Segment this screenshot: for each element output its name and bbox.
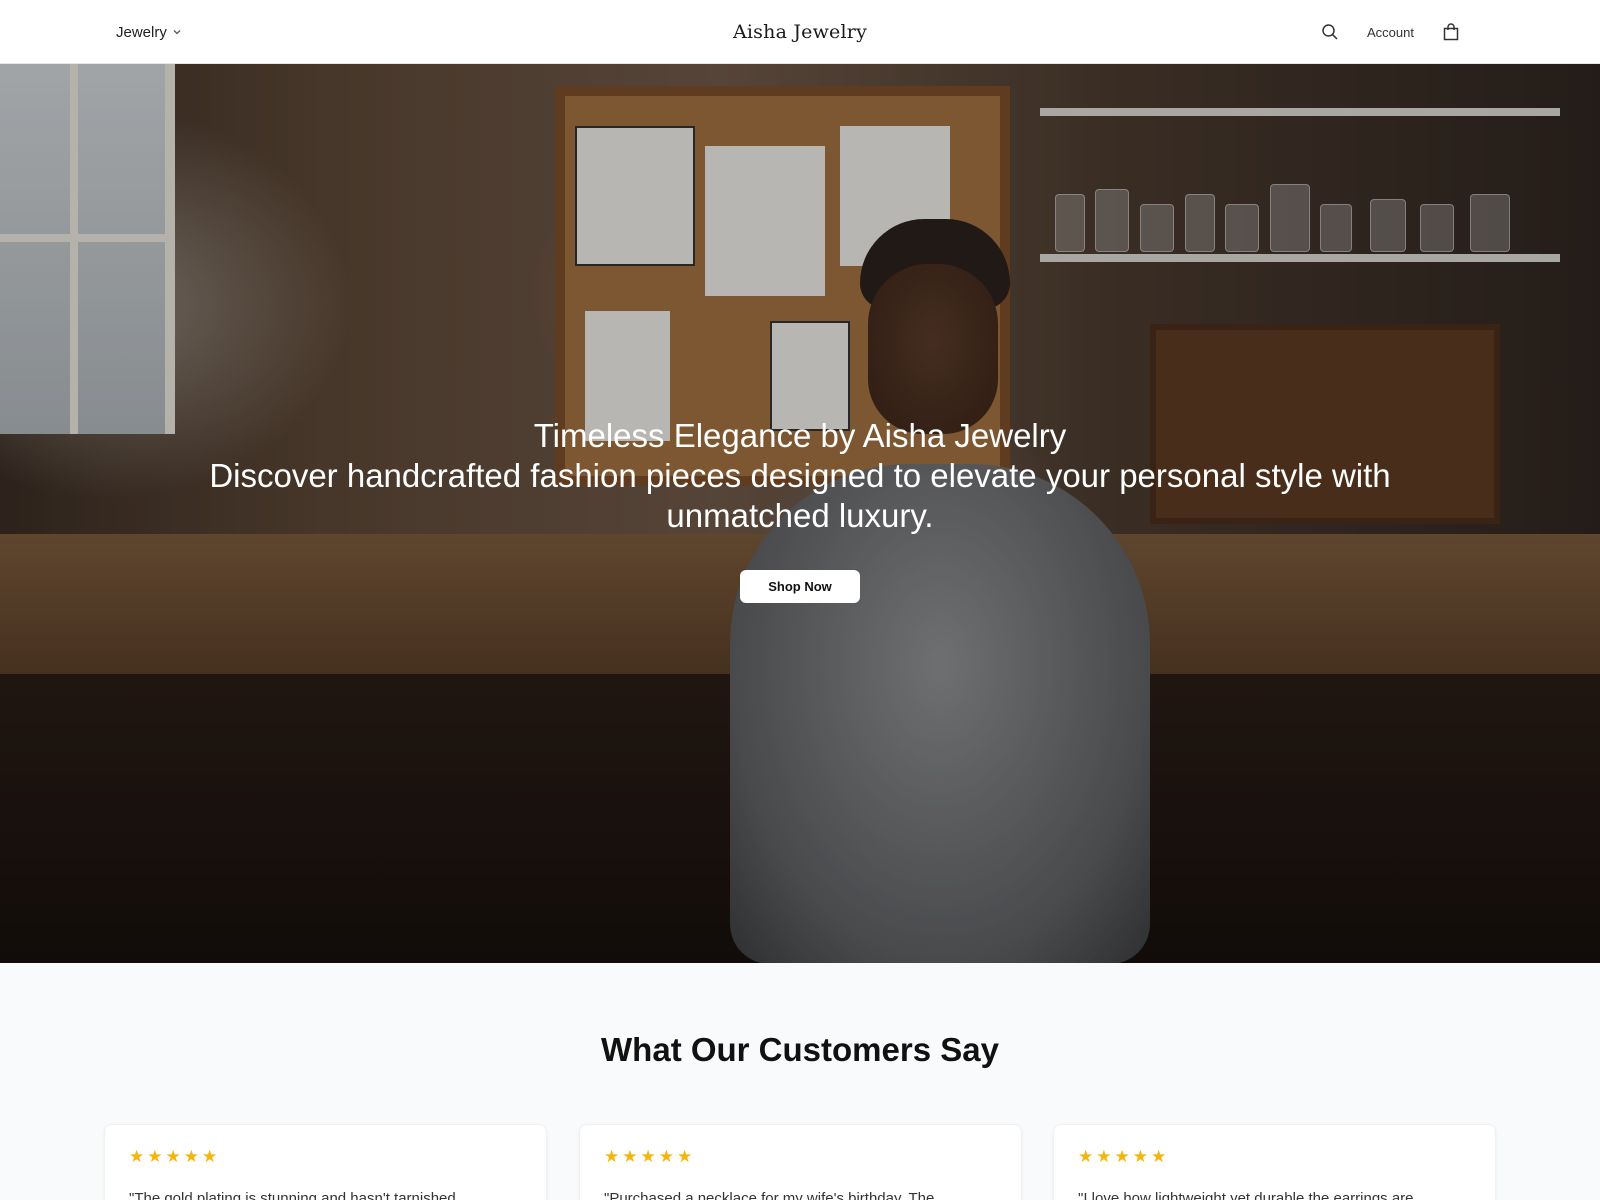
reviews-title: What Our Customers Say xyxy=(601,1031,999,1068)
review-card: ★★★★★ "I love how lightweight yet durabl… xyxy=(1053,1124,1496,1200)
review-card: ★★★★★ "The gold plating is stunning and … xyxy=(104,1124,547,1200)
review-quote: "Purchased a necklace for my wife's birt… xyxy=(604,1190,935,1200)
hero-subtitle: Discover handcrafted fashion pieces desi… xyxy=(209,457,1391,534)
review-card: ★★★★★ "Purchased a necklace for my wife'… xyxy=(579,1124,1022,1200)
star-rating: ★★★★★ xyxy=(604,1147,696,1167)
review-quote: "I love how lightweight yet durable the … xyxy=(1078,1190,1414,1200)
reviews-section: What Our Customers Say ★★★★★ "The gold p… xyxy=(0,963,1600,1200)
hero-title: Timeless Elegance by Aisha Jewelry xyxy=(533,417,1067,454)
hero-banner: Timeless Elegance by Aisha Jewelry Disco… xyxy=(0,64,1600,963)
shop-now-button[interactable]: Shop Now xyxy=(740,570,860,603)
header-actions: Account xyxy=(1319,0,1462,64)
site-header: Jewelry Aisha Jewelry Account xyxy=(0,0,1600,64)
hero-text: Timeless Elegance by Aisha Jewelry Disco… xyxy=(0,416,1600,536)
shopping-bag-icon[interactable] xyxy=(1440,21,1462,43)
star-rating: ★★★★★ xyxy=(129,1147,221,1167)
search-icon[interactable] xyxy=(1319,21,1341,43)
star-rating: ★★★★★ xyxy=(1078,1147,1170,1167)
account-link[interactable]: Account xyxy=(1367,25,1414,40)
review-quote: "The gold plating is stunning and hasn't… xyxy=(129,1190,456,1200)
